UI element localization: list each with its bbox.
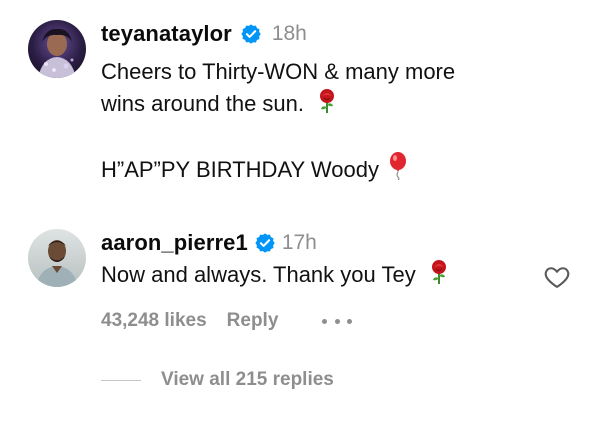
view-all-replies-button[interactable]: View all 215 replies — [161, 369, 334, 391]
dot — [347, 318, 353, 324]
comment-line-2-text: wins around the sun. — [101, 91, 305, 116]
username[interactable]: teyanataylor — [101, 21, 232, 47]
avatar-teyanataylor[interactable] — [28, 20, 86, 78]
rose-emoji-icon — [320, 89, 335, 113]
balloon-emoji-icon — [390, 152, 407, 180]
reply-button[interactable]: Reply — [227, 310, 279, 332]
comment-teyanataylor: teyanataylor 18h Cheers to Thirty-WON & … — [28, 20, 596, 190]
verified-badge-icon — [255, 233, 275, 253]
username[interactable]: aaron_pierre1 — [101, 230, 248, 256]
comment-line-text: Now and always. Thank you Tey — [101, 262, 416, 287]
comment-aaron-pierre1: aaron_pierre1 17h Now and always. Thank … — [28, 229, 596, 349]
like-heart-icon[interactable] — [542, 263, 572, 291]
comment-text: Cheers to Thirty-WON & many more wins ar… — [101, 56, 455, 186]
comment-header: teyanataylor 18h — [101, 20, 307, 48]
verified-badge-icon — [241, 24, 261, 44]
comment-line: H”AP”PY BIRTHDAY Woody — [101, 152, 455, 186]
likes-count[interactable]: 43,248 likes — [101, 310, 207, 332]
avatar-aaron-pierre1[interactable] — [28, 229, 86, 287]
comment-actions: 43,248 likes Reply — [101, 307, 353, 335]
timestamp[interactable]: 17h — [282, 231, 317, 255]
comment-line: Cheers to Thirty-WON & many more — [101, 56, 455, 88]
rose-emoji-icon — [431, 260, 446, 284]
dot — [322, 318, 328, 324]
comment-text: Now and always. Thank you Tey — [101, 259, 450, 291]
comment-line: wins around the sun. — [101, 88, 455, 120]
replies-divider — [101, 379, 141, 381]
comment-line-1-text: Cheers to Thirty-WON & many more — [101, 59, 456, 84]
view-replies-row: View all 215 replies — [101, 366, 334, 394]
comment-header: aaron_pierre1 17h — [101, 229, 317, 257]
more-options-icon[interactable] — [322, 311, 353, 331]
comment-line-3-text: H”AP”PY BIRTHDAY Woody — [101, 157, 379, 182]
timestamp[interactable]: 18h — [272, 22, 307, 46]
dot — [334, 318, 340, 324]
